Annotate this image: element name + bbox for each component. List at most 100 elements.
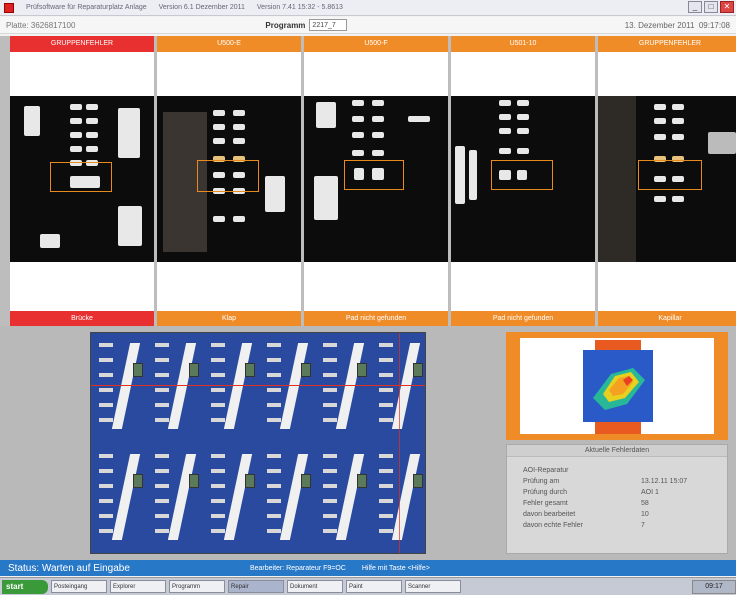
board-pad bbox=[155, 529, 169, 533]
board-pad bbox=[379, 484, 393, 488]
minimize-button[interactable]: _ bbox=[688, 1, 702, 13]
board-pad bbox=[155, 418, 169, 422]
board-chip bbox=[413, 474, 423, 488]
board-pad bbox=[211, 499, 225, 503]
board-stripe bbox=[335, 454, 365, 540]
results-title: Aktuelle Fehlerdaten bbox=[507, 445, 727, 457]
board-pad bbox=[155, 358, 169, 362]
board-stripe bbox=[167, 454, 197, 540]
board-pad bbox=[211, 529, 225, 533]
taskbar-item[interactable]: Explorer bbox=[110, 580, 166, 593]
board-pad bbox=[323, 499, 337, 503]
panel-header: U500-E bbox=[157, 36, 301, 52]
board-pad bbox=[155, 484, 169, 488]
board-pad bbox=[155, 499, 169, 503]
program-label: Programm bbox=[265, 20, 306, 30]
board-stripe bbox=[279, 343, 309, 429]
defect-panel-1[interactable]: GRUPPENFEHLER Brücke bbox=[10, 36, 154, 326]
panel-header: U501-10 bbox=[451, 36, 595, 52]
board-pad bbox=[155, 373, 169, 377]
board-pad bbox=[99, 358, 113, 362]
board-pad bbox=[99, 529, 113, 533]
taskbar-item[interactable]: Posteingang bbox=[51, 580, 107, 593]
maximize-button[interactable]: □ bbox=[704, 1, 718, 13]
program-value: 2217_7 bbox=[312, 21, 336, 29]
title-part-3: Version 7.41 15:32 - 5.8613 bbox=[256, 4, 343, 11]
board-overview-image[interactable] bbox=[90, 332, 426, 554]
board-pad bbox=[267, 403, 281, 407]
board-pad bbox=[323, 469, 337, 473]
defect-panel-5[interactable]: GRUPPENFEHLER Kapillar bbox=[598, 36, 736, 326]
board-pad bbox=[323, 373, 337, 377]
board-stripe bbox=[111, 343, 141, 429]
board-pad bbox=[155, 454, 169, 458]
table-row: davon bearbeitet 10 bbox=[523, 511, 649, 518]
help-hint: Hilfe mit Taste <Hilfe> bbox=[361, 564, 430, 572]
board-pad bbox=[379, 514, 393, 518]
board-chip bbox=[245, 474, 255, 488]
board-pad bbox=[155, 343, 169, 347]
defect-image bbox=[157, 96, 301, 262]
board-pad bbox=[99, 454, 113, 458]
board-pad bbox=[155, 388, 169, 392]
panel-header: U500-F bbox=[304, 36, 448, 52]
panel-footer: Pad nicht gefunden bbox=[451, 311, 595, 326]
defect-panel-2[interactable]: U500-E Klap bbox=[157, 36, 301, 326]
board-pad bbox=[155, 469, 169, 473]
defect-image bbox=[451, 96, 595, 262]
taskbar-item-active[interactable]: Repair bbox=[228, 580, 284, 593]
board-pad bbox=[211, 469, 225, 473]
panel-footer: Brücke bbox=[10, 311, 154, 326]
board-pad bbox=[323, 514, 337, 518]
app-icon bbox=[4, 2, 14, 13]
board-pad bbox=[99, 388, 113, 392]
table-row: Prüfung durch AOI 1 bbox=[523, 489, 659, 496]
board-pad bbox=[323, 403, 337, 407]
status-bar: Status: Warten auf Eingabe Bearbeiter: R… bbox=[0, 560, 736, 576]
board-pad bbox=[379, 343, 393, 347]
taskbar-item[interactable]: Scanner bbox=[405, 580, 461, 593]
taskbar-item[interactable]: Dokument bbox=[287, 580, 343, 593]
defect-panel-3[interactable]: U500-F Pad nicht gefunden bbox=[304, 36, 448, 326]
board-pad bbox=[379, 469, 393, 473]
table-row: Fehler gesamt 58 bbox=[523, 500, 649, 507]
board-pad bbox=[211, 358, 225, 362]
defect-panels: GRUPPENFEHLER Brücke U500-E Klap U500-F … bbox=[0, 36, 736, 326]
3d-view-panel bbox=[506, 332, 728, 440]
start-button[interactable]: start bbox=[2, 579, 48, 594]
taskbar-item[interactable]: Programm bbox=[169, 580, 225, 593]
board-pad bbox=[379, 373, 393, 377]
panel-header: GRUPPENFEHLER bbox=[10, 36, 154, 52]
board-pad bbox=[379, 403, 393, 407]
panel-footer: Kapillar bbox=[598, 311, 736, 326]
board-pad bbox=[379, 499, 393, 503]
board-pad bbox=[267, 358, 281, 362]
time-label: 09:17:08 bbox=[698, 20, 730, 30]
board-stripe bbox=[279, 454, 309, 540]
board-pad bbox=[267, 499, 281, 503]
board-pad bbox=[211, 514, 225, 518]
board-chip bbox=[357, 363, 367, 377]
status-text: Status: Warten auf Eingabe bbox=[8, 562, 130, 574]
board-pad bbox=[323, 529, 337, 533]
board-pad bbox=[211, 373, 225, 377]
board-pad bbox=[267, 484, 281, 488]
board-pad bbox=[99, 514, 113, 518]
close-button[interactable]: ✕ bbox=[720, 1, 734, 13]
board-pad bbox=[99, 484, 113, 488]
board-stripe bbox=[223, 343, 253, 429]
board-pad bbox=[267, 454, 281, 458]
board-stripe bbox=[335, 343, 365, 429]
program-select[interactable]: 2217_7 bbox=[309, 19, 348, 31]
board-chip bbox=[133, 363, 143, 377]
results-panel: Aktuelle Fehlerdaten AOI-Reparatur Prüfu… bbox=[506, 444, 728, 554]
info-bar: Platte: 3626817100 Programm 2217_7 13. D… bbox=[0, 17, 736, 34]
system-tray-clock: 09:17 bbox=[692, 579, 736, 594]
taskbar-item[interactable]: Paint bbox=[346, 580, 402, 593]
defect-panel-4[interactable]: U501-10 Pad nicht gefunden bbox=[451, 36, 595, 326]
board-pad bbox=[379, 454, 393, 458]
taskbar: start Posteingang Explorer Programm Repa… bbox=[0, 577, 736, 595]
operator-hint: Bearbeiter: Reparateur F9=OC bbox=[249, 564, 346, 572]
board-pad bbox=[99, 373, 113, 377]
crosshair-vertical bbox=[399, 333, 400, 553]
